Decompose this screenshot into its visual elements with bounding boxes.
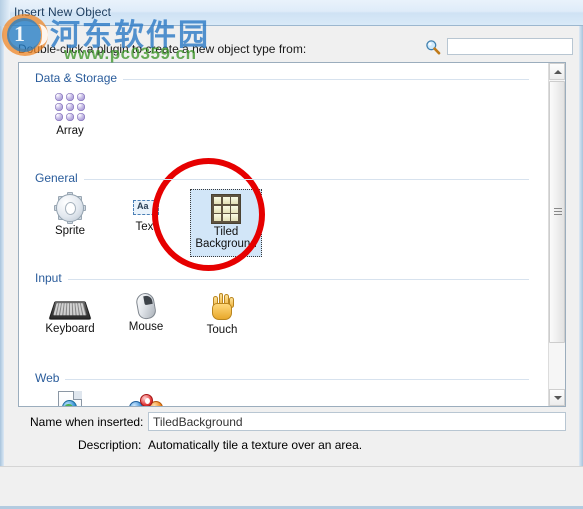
group-title: Data & Storage — [35, 71, 124, 85]
group-title: Input — [35, 271, 68, 285]
plugin-item-keyboard[interactable]: Keyboard — [35, 289, 105, 351]
name-when-inserted-input[interactable] — [148, 412, 566, 431]
group-header: General — [19, 171, 535, 187]
name-when-inserted-label: Name when inserted: — [30, 415, 144, 429]
tiled-background-icon — [211, 194, 241, 224]
plugin-item-label: Keyboard — [45, 323, 95, 335]
plugin-item-label: Text — [135, 221, 157, 233]
plugin-item-touch[interactable]: Touch — [187, 289, 257, 351]
plugin-item-tiled-background[interactable]: Tiled Background — [190, 189, 262, 257]
group-divider — [35, 179, 529, 180]
window-border-right — [579, 0, 583, 509]
group-title: General — [35, 171, 84, 185]
hand-touch-icon — [209, 292, 235, 322]
group-web: Web — [19, 371, 535, 406]
group-divider — [35, 379, 529, 380]
name-when-inserted-row: Name when inserted: — [30, 412, 570, 432]
search-input[interactable] — [447, 38, 573, 55]
keyboard-icon — [48, 301, 92, 320]
plugin-item-web-page[interactable] — [35, 389, 105, 406]
description-value: Automatically tile a texture over an are… — [148, 438, 363, 452]
group-header: Data & Storage — [19, 71, 535, 87]
plugin-item-label: Sprite — [54, 225, 86, 237]
dialog-footer: Help Insert Cancel — [0, 467, 583, 506]
list-vertical-scrollbar[interactable] — [548, 63, 565, 406]
insert-new-object-dialog: Insert New Object Double-click a plugin … — [0, 0, 583, 509]
plugin-item-sprite[interactable]: Sprite — [35, 189, 105, 251]
web-page-globe-icon — [58, 391, 82, 406]
plugin-list-panel[interactable]: Data & Storage Array General Sprite Aa T… — [18, 62, 566, 407]
title-bar: Insert New Object — [0, 0, 583, 26]
plugin-item-label: Touch — [206, 324, 238, 336]
plugin-item-label: Array — [56, 125, 84, 137]
description-label: Description: — [78, 438, 142, 452]
group-input: Input Keyboard Mouse Touch — [19, 271, 535, 336]
scroll-up-button[interactable] — [549, 63, 565, 80]
search-icon — [425, 39, 441, 55]
prompt-text: Double-click a plugin to create a new ob… — [18, 42, 307, 56]
gear-icon — [54, 192, 86, 224]
group-data-storage: Data & Storage Array — [19, 71, 535, 137]
scrollbar-thumb[interactable] — [549, 81, 565, 343]
plugin-item-text[interactable]: Aa Text — [111, 189, 181, 251]
window-border-left — [0, 0, 4, 509]
group-title: Web — [35, 371, 66, 385]
group-general: General Sprite Aa Text Tiled Background — [19, 171, 535, 257]
array-icon — [55, 93, 85, 121]
scrollbar-grip-icon — [554, 208, 562, 216]
chevron-down-icon — [554, 396, 562, 400]
browsers-icon — [129, 394, 163, 406]
group-header: Web — [19, 371, 535, 387]
plugin-item-mouse[interactable]: Mouse — [111, 289, 181, 351]
group-divider — [35, 279, 529, 280]
chevron-up-icon — [554, 70, 562, 74]
scroll-down-button[interactable] — [549, 389, 565, 406]
title-bar-left-accent — [0, 0, 10, 26]
plugin-list-scroll-content: Data & Storage Array General Sprite Aa T… — [19, 63, 549, 406]
plugin-item-array[interactable]: Array — [35, 89, 105, 151]
plugin-item-browsers[interactable] — [111, 389, 181, 406]
search-area — [426, 38, 575, 57]
window-title: Insert New Object — [14, 5, 112, 19]
mouse-icon — [134, 291, 158, 321]
group-header: Input — [19, 271, 535, 287]
text-aa-icon: Aa — [133, 200, 159, 215]
plugin-item-label: Tiled Background — [195, 226, 257, 250]
plugin-item-label: Mouse — [128, 321, 164, 333]
